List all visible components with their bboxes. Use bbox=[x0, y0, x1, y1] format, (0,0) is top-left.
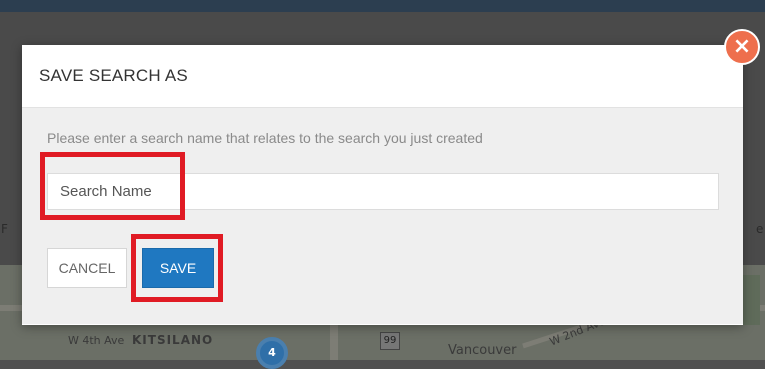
map-label: Vancouver bbox=[448, 343, 517, 358]
edge-text: e bbox=[756, 222, 764, 236]
dialog-title: SAVE SEARCH AS bbox=[39, 66, 188, 85]
edge-text: F bbox=[1, 222, 8, 236]
cancel-button[interactable]: CANCEL bbox=[47, 248, 127, 288]
dialog-header: SAVE SEARCH AS bbox=[22, 45, 743, 108]
dialog-hint-text: Please enter a search name that relates … bbox=[47, 130, 483, 146]
save-search-dialog: SAVE SEARCH AS Please enter a search nam… bbox=[22, 45, 743, 325]
search-name-input[interactable] bbox=[47, 173, 719, 210]
save-button[interactable]: SAVE bbox=[142, 248, 214, 288]
map-cluster-marker[interactable]: 4 bbox=[256, 337, 288, 369]
dialog-body: Please enter a search name that relates … bbox=[22, 108, 743, 324]
map-label: KITSILANO bbox=[132, 333, 214, 347]
background-top-bar bbox=[0, 0, 765, 12]
route-shield-icon: 99 bbox=[380, 332, 400, 350]
close-icon[interactable]: × bbox=[724, 29, 760, 65]
map-label: W 4th Ave bbox=[68, 334, 125, 347]
